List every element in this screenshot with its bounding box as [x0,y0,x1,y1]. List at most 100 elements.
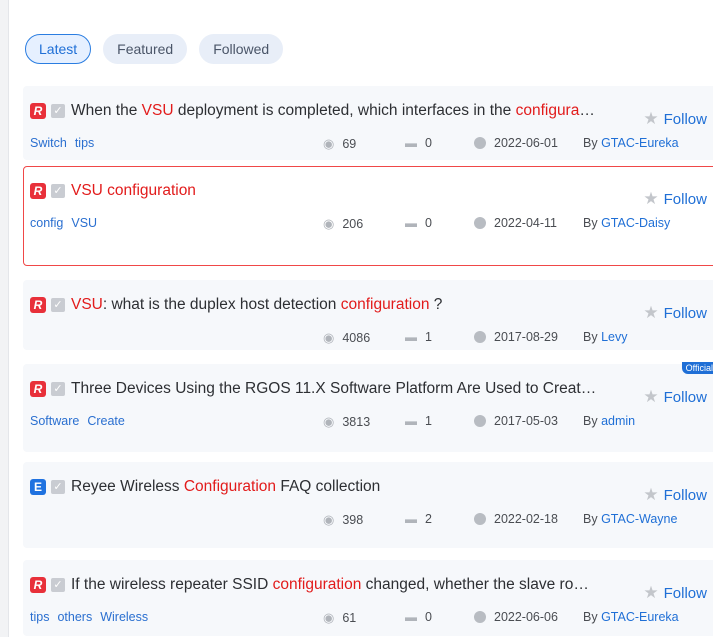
comment-count: ▬ 1 [405,414,432,428]
title-text: Reyee Wireless [71,478,184,495]
view-count: ◉ 3813 [323,414,370,430]
comment-count-value: 0 [425,216,432,230]
title-keyword-highlight: configuration [340,296,430,313]
post-title-line[interactable]: R ✓ VSU configuration [30,181,597,201]
author-link[interactable]: GTAC-Eureka [601,136,679,150]
comment-count-value: 1 [425,330,432,344]
comment-icon: ▬ [405,136,417,150]
post-card[interactable]: E ✓ Reyee Wireless Configuration FAQ colle… [23,462,713,548]
post-date-value: 2022-04-11 [494,216,558,230]
eye-icon: ◉ [323,136,335,151]
tag-link[interactable]: tips [30,610,49,624]
ruijie-logo-icon: R [30,577,46,593]
post-card[interactable]: R ✓ Three Devices Using the RGOS 11.X Soft… [23,362,713,452]
tag-link[interactable]: others [57,610,92,624]
title-text: FAQ collection [276,478,381,495]
view-count-value: 3813 [342,415,371,429]
title-text: When the [71,102,142,119]
post-title-line[interactable]: R ✓ Three Devices Using the RGOS 11.X Soft… [30,379,597,399]
eye-icon: ◉ [323,610,335,625]
post-title[interactable]: Three Devices Using the RGOS 11.X Softwa… [71,380,597,398]
view-count-value: 206 [342,217,364,231]
byline: By Levy [583,330,627,344]
post-title[interactable]: If the wireless repeater SSID configurat… [71,576,597,594]
ruijie-logo-icon: R [30,297,46,313]
star-icon: ★ [643,583,659,602]
tag-link[interactable]: tips [75,136,94,150]
post-title-line[interactable]: E ✓ Reyee Wireless Configuration FAQ colle… [30,477,597,497]
byline: By GTAC-Daisy [583,216,670,230]
tab-followed[interactable]: Followed [199,34,284,64]
post-date-value: 2022-06-06 [494,610,558,624]
comment-count-value: 2 [425,512,432,526]
clock-icon [474,217,486,229]
tag-list: config VSU [30,216,97,230]
post-title-line[interactable]: R ✓ If the wireless repeater SSID configur… [30,575,597,595]
byline: By admin [583,414,635,428]
follow-button[interactable]: ★ Follow [643,303,707,323]
follow-button[interactable]: ★ Follow [643,109,707,129]
post-title[interactable]: VSU: what is the duplex host detection c… [71,296,442,314]
tag-list: tips others Wireless [30,610,148,624]
post-meta: Switch tips ◉ 69 ▬ 0 2022-06-01 By GTAC-Eureka [30,136,713,154]
tag-link[interactable]: VSU [71,216,97,230]
post-title-line[interactable]: R ✓ When the VSU deployment is completed, … [30,101,597,121]
title-keyword-highlight: VSU [141,102,174,119]
follow-button[interactable]: ★ Follow [643,189,707,209]
post-title[interactable]: VSU configuration [71,182,196,200]
title-text: Three Devices Using the RGOS 11.X Softwa… [71,380,597,397]
clock-icon [474,415,486,427]
tab-latest[interactable]: Latest [25,34,92,64]
title-keyword-highlight: VSU configuration [71,182,196,199]
tag-list: Software Create [30,414,125,428]
tab-featured[interactable]: Featured [103,34,188,64]
comment-count: ▬ 2 [405,512,432,526]
tag-link[interactable]: Switch [30,136,67,150]
post-title[interactable]: Reyee Wireless Configuration FAQ collect… [71,478,380,496]
post-date-value: 2017-05-03 [494,414,558,428]
post-title[interactable]: When the VSU deployment is completed, wh… [71,102,597,120]
by-label: By [583,610,602,624]
tag-link[interactable]: config [30,216,63,230]
follow-label: Follow [663,486,707,504]
post-date: 2022-04-11 [474,216,557,230]
solved-check-icon: ✓ [51,298,65,312]
tag-list: Switch tips [30,136,94,150]
author-link[interactable]: GTAC-Eureka [601,610,679,624]
byline: By GTAC-Eureka [583,136,679,150]
byline: By GTAC-Wayne [583,512,677,526]
tag-link[interactable]: Create [87,414,125,428]
follow-button[interactable]: ★ Follow [643,387,707,407]
post-card[interactable]: R ✓ If the wireless repeater SSID configur… [23,560,713,636]
ruijie-logo-icon: R [30,103,46,119]
follow-label: Follow [663,190,707,208]
author-link[interactable]: GTAC-Wayne [601,512,677,526]
follow-button[interactable]: ★ Follow [643,583,707,603]
title-text: ? [429,296,443,313]
tag-link[interactable]: Wireless [100,610,148,624]
star-icon: ★ [643,109,659,128]
tag-link[interactable]: Software [30,414,79,428]
author-link[interactable]: Levy [601,330,627,344]
post-title-line[interactable]: R ✓ VSU: what is the duplex host detection… [30,295,597,315]
post-meta: tips others Wireless ◉ 61 ▬ 0 2022-06-06 By GTAC… [30,610,713,628]
post-card[interactable]: R ✓ VSU: what is the duplex host detection… [23,280,713,350]
view-count: ◉ 398 [323,512,363,528]
comment-count: ▬ 0 [405,610,432,624]
view-count-value: 4086 [342,331,371,345]
comment-count-value: 0 [425,610,432,624]
byline: By GTAC-Eureka [583,610,679,624]
view-count: ◉ 206 [323,216,363,232]
post-card[interactable]: R ✓ When the VSU deployment is completed, … [23,86,713,160]
post-date-value: 2017-08-29 [494,330,558,344]
title-text: If the wireless repeater SSID [71,576,273,593]
title-keyword-highlight: VSU [71,296,103,313]
follow-button[interactable]: ★ Follow [643,485,707,505]
solved-check-icon: ✓ [51,184,65,198]
comment-icon: ▬ [405,330,417,344]
author-link[interactable]: GTAC-Daisy [601,216,670,230]
post-meta: ◉ 398 ▬ 2 2022-02-18 By GTAC-Wayne [30,512,713,530]
comment-count-value: 0 [425,136,432,150]
post-card[interactable]: R ✓ VSU configuration ★ Follow config VSU ◉ 206 ▬… [23,166,713,266]
author-link[interactable]: admin [601,414,635,428]
